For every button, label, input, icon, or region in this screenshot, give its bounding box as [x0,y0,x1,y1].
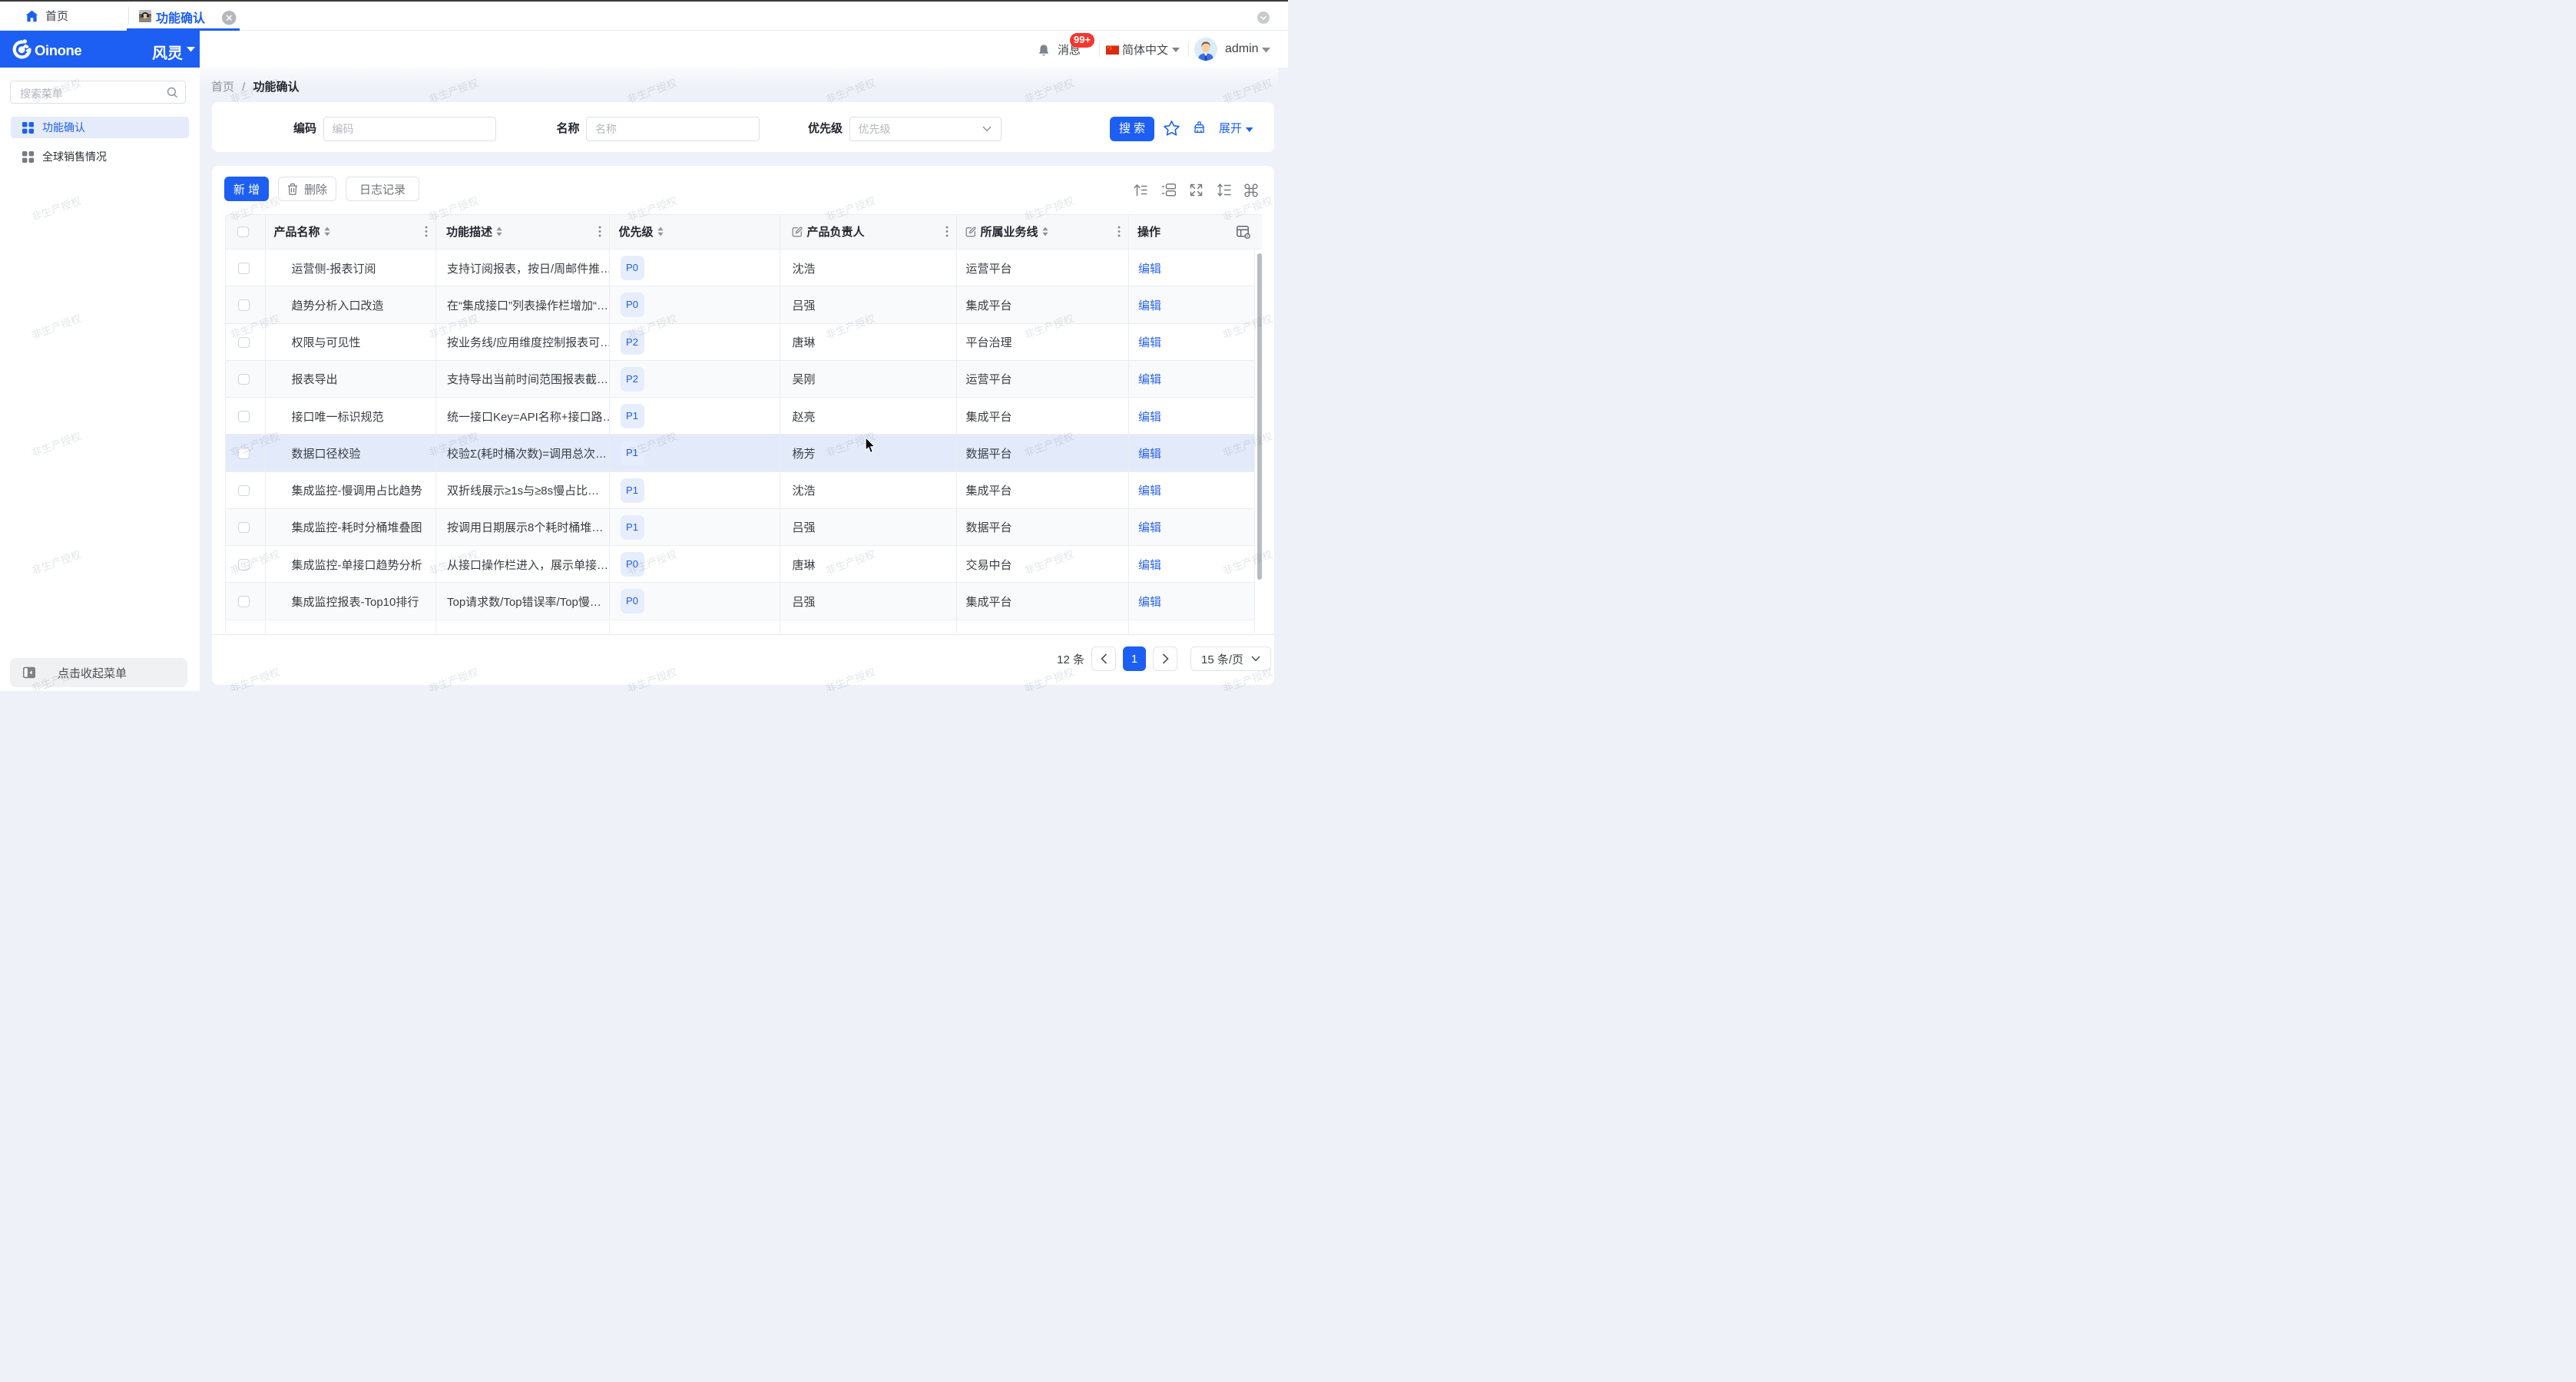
svg-text:Oinone: Oinone [35,42,81,58]
